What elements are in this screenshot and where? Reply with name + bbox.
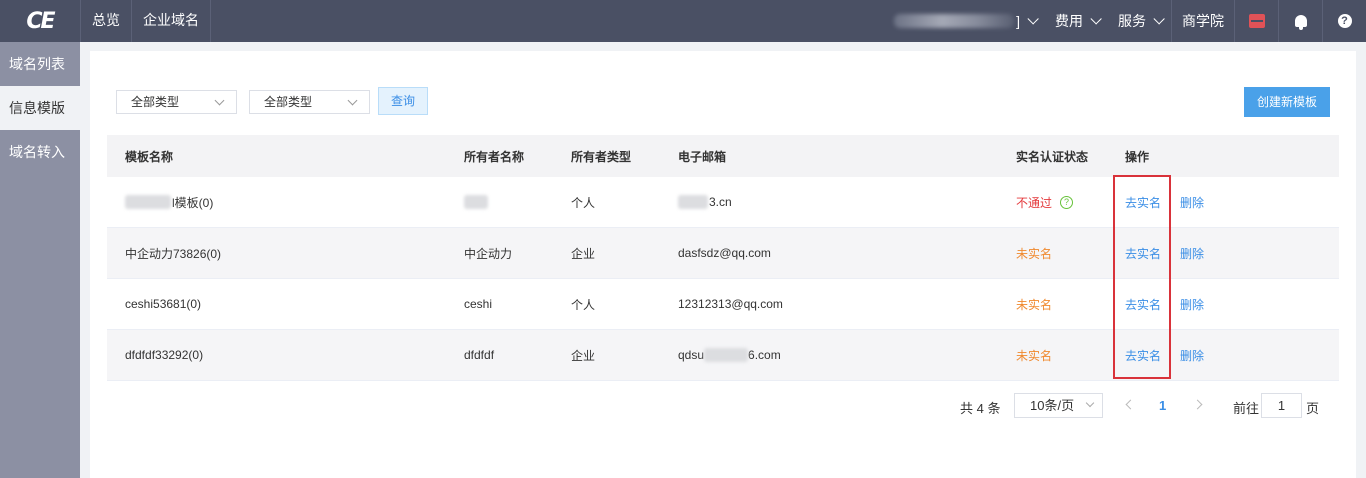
redacted-text [125,195,171,209]
chevron-down-icon [1027,13,1039,25]
sidebar: 域名列表 信息模版 域名转入 [0,42,80,478]
next-page-icon[interactable] [1194,398,1206,412]
table-header: 模板名称 所有者名称 所有者类型 电子邮箱 实名认证状态 操作 [107,135,1339,177]
table-row: 中企动力73826(0) 中企动力 企业 dasfsdz@qq.com 未实名 … [107,228,1339,279]
table-row: ceshi53681(0) ceshi 个人 12312313@qq.com 未… [107,279,1339,330]
query-button[interactable]: 查询 [378,87,428,115]
verify-link[interactable]: 去实名 [1125,279,1161,329]
verify-link[interactable]: 去实名 [1125,177,1161,227]
goto-label: 前往 [1233,401,1260,416]
user-menu[interactable]: ] [884,0,1045,42]
col-email: 电子邮箱 [678,149,727,164]
email: 3.cn [678,177,732,227]
store-icon [1248,14,1265,28]
email: dasfsdz@qq.com [678,246,771,260]
template-name: ceshi53681(0) [125,297,202,311]
service-menu[interactable]: 服务 [1108,0,1171,42]
email: 12312313@qq.com [678,297,783,311]
type-select-1[interactable]: 全部类型 [116,90,237,114]
type-select-1-value: 全部类型 [131,95,180,109]
academy-link[interactable]: 商学院 [1171,0,1234,42]
create-template-button[interactable]: 创建新模板 [1244,87,1330,117]
chevron-down-icon [214,95,225,106]
type-select-2-value: 全部类型 [264,95,313,109]
delete-link[interactable]: 删除 [1180,279,1204,329]
chevron-down-icon [347,95,358,106]
template-name: 中企动力73826(0) [125,246,222,261]
verify-link[interactable]: 去实名 [1125,228,1161,278]
verify-link[interactable]: 去实名 [1125,330,1161,380]
logo-text: CE [26,8,55,34]
template-name: l模板(0) [125,177,213,227]
page-size-value: 10条/页 [1030,398,1075,413]
col-owner-name: 所有者名称 [464,149,525,164]
col-template-name: 模板名称 [125,149,174,164]
table-row: dfdfdf33292(0) dfdfdf 企业 qdsu 6.com 未实名 去… [107,330,1339,381]
redacted-text [464,195,488,209]
redacted-text [704,348,749,362]
owner-type: 个人 [571,297,596,312]
owner-name [464,177,488,227]
owner-name: dfdfdf [464,348,495,362]
template-name: dfdfdf33292(0) [125,348,204,362]
help-button[interactable]: ? [1322,0,1366,42]
chevron-down-icon [1153,13,1165,25]
notification-button[interactable] [1278,0,1322,42]
nav-enterprise-domain[interactable]: 企业域名 [132,0,211,42]
type-select-2[interactable]: 全部类型 [249,90,370,114]
chevron-down-icon [1090,13,1102,25]
sidebar-item-domain-transfer[interactable]: 域名转入 [0,130,80,174]
email: qdsu 6.com [678,348,781,362]
fee-menu[interactable]: 费用 [1045,0,1108,42]
owner-type: 个人 [571,195,596,210]
logo[interactable]: CE [0,0,80,42]
main-panel: 全部类型 全部类型 查询 创建新模板 模板名称 所有者名称 所有者类型 电子邮箱… [90,51,1356,478]
bell-icon [1294,15,1307,30]
nav-overview[interactable]: 总览 [80,0,132,42]
owner-type: 企业 [571,246,596,261]
col-owner-type: 所有者类型 [571,149,632,164]
prev-page-icon[interactable] [1124,398,1136,412]
page-unit-label: 页 [1306,401,1320,416]
top-nav: 总览 企业域名 [80,0,211,42]
top-bar: CE 总览 企业域名 ] 费用 服务 商学院 ? [0,0,1366,42]
sidebar-item-domain-list[interactable]: 域名列表 [0,42,80,86]
template-table: 模板名称 所有者名称 所有者类型 电子邮箱 实名认证状态 操作 l模板(0) 个… [107,135,1339,381]
pagination: 共 4 条 10条/页 1 前往 页 [90,393,1356,419]
redacted-text [678,195,708,209]
owner-name: ceshi [464,297,493,311]
delete-link[interactable]: 删除 [1180,228,1204,278]
table-row: l模板(0) 个人 3.cn 不通过? 去实名 删除 [107,177,1339,228]
sidebar-item-info-template[interactable]: 信息模版 [0,86,80,130]
top-right-menu: ] 费用 服务 商学院 ? [884,0,1366,42]
col-verify-status: 实名认证状态 [1016,149,1089,164]
col-actions: 操作 [1125,149,1150,164]
owner-name: 中企动力 [464,246,513,261]
fee-label: 费用 [1055,13,1083,29]
verify-status: 未实名 [1016,348,1053,363]
delete-link[interactable]: 删除 [1180,330,1204,380]
owner-type: 企业 [571,348,596,363]
question-icon[interactable]: ? [1060,195,1074,209]
verify-status: 不通过? [1016,177,1074,227]
page-number[interactable]: 1 [1159,398,1166,413]
service-label: 服务 [1118,13,1146,29]
chevron-down-icon [1085,398,1095,408]
goto-page-input[interactable] [1261,393,1302,418]
user-name-redacted [894,14,1015,28]
user-bracket: ] [1016,13,1020,29]
pagination-total: 共 4 条 [960,401,1001,416]
help-icon: ? [1337,14,1352,28]
store-button[interactable] [1234,0,1278,42]
delete-link[interactable]: 删除 [1180,177,1204,227]
verify-status: 未实名 [1016,297,1053,312]
page-size-select[interactable]: 10条/页 [1014,393,1103,418]
verify-status: 未实名 [1016,246,1053,261]
